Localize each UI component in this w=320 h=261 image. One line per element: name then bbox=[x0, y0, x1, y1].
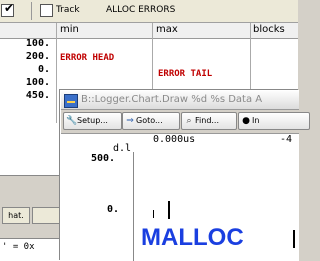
find-button[interactable]: ⌕ Find... bbox=[181, 112, 237, 130]
malloc-label: MALLOC bbox=[141, 224, 244, 251]
y-tick-label: 500. bbox=[91, 153, 116, 164]
table-row-value: 200. bbox=[25, 51, 50, 62]
info-icon: ● bbox=[242, 116, 250, 126]
goto-label: Goto... bbox=[136, 116, 163, 125]
find-icon: ⌕ bbox=[186, 116, 192, 126]
error-tail-value: ERROR TAIL bbox=[158, 69, 213, 79]
setup-label: Setup... bbox=[77, 116, 108, 125]
goto-button[interactable]: ⇒ Goto... bbox=[122, 112, 180, 130]
side-button-2[interactable] bbox=[32, 207, 60, 224]
chart-toolbar: 🔧Setup... ⇒ Goto... ⌕ Find... ● In bbox=[61, 110, 310, 132]
info-label: In bbox=[252, 116, 260, 125]
y-axis-line bbox=[133, 152, 134, 261]
side-panel: hat. ' = 0x bbox=[0, 175, 60, 261]
toolbar-separator bbox=[31, 2, 32, 20]
column-header-min[interactable]: min bbox=[60, 24, 79, 35]
track-label: Track bbox=[56, 5, 80, 15]
goto-icon: ⇒ bbox=[126, 116, 134, 126]
alloc-errors-label: ALLOC ERRORS bbox=[106, 5, 176, 15]
app-icon bbox=[64, 94, 78, 108]
info-button[interactable]: ● In bbox=[238, 112, 310, 130]
setup-button[interactable]: 🔧Setup... bbox=[63, 112, 122, 130]
side-field[interactable]: ' = 0x bbox=[0, 238, 60, 261]
track-checkbox[interactable] bbox=[40, 4, 53, 17]
logger-chart-window: B::Logger.Chart.Draw %d %s Data A 🔧Setup… bbox=[60, 90, 310, 261]
event-marker bbox=[168, 201, 170, 219]
column-header-max[interactable]: max bbox=[156, 24, 178, 35]
event-marker bbox=[293, 230, 295, 248]
window-title: B::Logger.Chart.Draw %d %s Data A bbox=[81, 94, 263, 105]
find-label: Find... bbox=[195, 116, 220, 125]
table-row-value: 100. bbox=[25, 77, 50, 88]
wrench-icon: 🔧 bbox=[66, 116, 78, 126]
table-row-value: 450. bbox=[25, 90, 50, 101]
time-ruler: 0.000us -4 d.l bbox=[61, 133, 299, 154]
toggle-checkbox[interactable]: ✔ bbox=[1, 1, 15, 17]
column-header-blocks[interactable]: blocks bbox=[253, 24, 285, 35]
table-header: min max blocks bbox=[0, 23, 298, 39]
table-row-value: 0. bbox=[37, 64, 50, 75]
track-toolbar: ✔ Track ALLOC ERRORS bbox=[0, 0, 298, 23]
check-mark-icon: ✔ bbox=[4, 1, 15, 15]
event-marker bbox=[153, 210, 154, 218]
side-field-text: ' = 0x bbox=[2, 242, 35, 252]
chart-plot-area[interactable]: 500. 0. MALLOC bbox=[61, 152, 299, 261]
table-row-value: 100. bbox=[25, 38, 50, 49]
ruler-start-time: 0.000us bbox=[153, 134, 196, 145]
side-button[interactable]: hat. bbox=[2, 207, 30, 224]
window-titlebar[interactable]: B::Logger.Chart.Draw %d %s Data A bbox=[61, 91, 299, 110]
error-head-value: ERROR HEAD bbox=[60, 53, 115, 63]
y-tick-label: 0. bbox=[107, 204, 120, 215]
column-divider bbox=[56, 23, 57, 123]
ruler-end-time: -4 bbox=[280, 134, 293, 145]
